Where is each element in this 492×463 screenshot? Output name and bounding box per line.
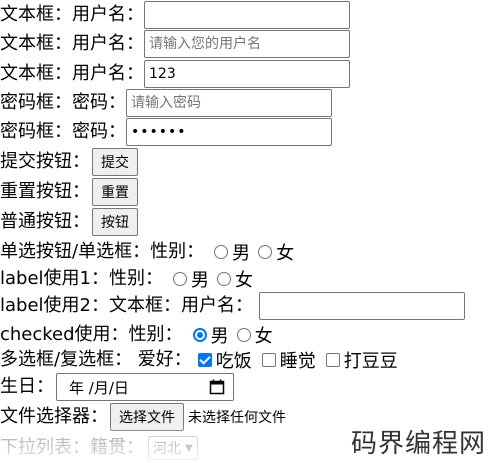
row-password-1: 密码框：密码： 请输入密码 bbox=[0, 88, 332, 118]
row-username-2: 文本框：用户名： 请输入您的用户名 bbox=[0, 29, 350, 59]
birthday-date-value: 年 /月/日 bbox=[69, 378, 129, 397]
file-status-text: 未选择任何文件 bbox=[188, 410, 286, 426]
row-username-1: 文本框：用户名： bbox=[0, 0, 350, 30]
row-radio-gender: 单选按钮/单选框：性别： 男 女 bbox=[0, 237, 298, 267]
watermark-logo: 码界编程网 bbox=[350, 429, 486, 459]
radio-female[interactable] bbox=[258, 245, 273, 259]
row-reset: 重置按钮： 重置 bbox=[0, 177, 138, 207]
reset-button[interactable]: 重置 bbox=[92, 178, 138, 206]
username-label-3: 文本框：用户名： bbox=[0, 63, 144, 84]
submit-button[interactable]: 提交 bbox=[92, 148, 138, 176]
row-label-usage-1: label使用1：性别： 男 女 bbox=[0, 264, 257, 294]
hobby-sleep-checkbox[interactable] bbox=[261, 353, 276, 367]
radio-male-label: 男 bbox=[232, 243, 251, 264]
password-label-2: 密码框：密码： bbox=[0, 121, 126, 142]
normal-button[interactable]: 按钮 bbox=[92, 208, 138, 236]
radio-gender-label: 单选按钮/单选框：性别： bbox=[0, 241, 205, 262]
hobby-label: 多选框/复选框： 爱好： bbox=[0, 349, 192, 370]
row-password-2: 密码框：密码： •••••• bbox=[0, 117, 332, 147]
label1-radio-male[interactable] bbox=[172, 272, 187, 286]
row-label-usage-2: label使用2：文本框：用户名： bbox=[0, 291, 465, 321]
radio-male[interactable] bbox=[214, 245, 229, 259]
hometown-label: 下拉列表：籍贯： bbox=[0, 437, 144, 458]
radio-female-label: 女 bbox=[276, 243, 295, 264]
username-input-1[interactable] bbox=[144, 1, 350, 29]
label1-female-label[interactable]: 女 bbox=[235, 266, 253, 292]
normal-button-label: 普通按钮： bbox=[0, 211, 90, 232]
row-hobby-checkbox: 多选框/复选框： 爱好： 吃饭 睡觉 打豆豆 bbox=[0, 345, 402, 375]
reset-label: 重置按钮： bbox=[0, 181, 90, 202]
birthday-label: 生日： bbox=[0, 376, 54, 397]
hobby-eat-checkbox[interactable] bbox=[197, 353, 212, 367]
row-submit: 提交按钮： 提交 bbox=[0, 147, 138, 177]
hobby-eat-label: 吃饭 bbox=[215, 351, 252, 372]
hobby-doudou-checkbox[interactable] bbox=[325, 353, 340, 367]
password-input-2[interactable]: •••••• bbox=[126, 118, 332, 146]
calendar-icon[interactable] bbox=[209, 379, 225, 395]
hometown-select[interactable]: 河北 ▼ bbox=[148, 436, 198, 460]
hometown-selected-value: 河北 bbox=[153, 441, 181, 457]
hobby-doudou-label: 打豆豆 bbox=[343, 351, 398, 372]
label1-male-label[interactable]: 男 bbox=[191, 266, 209, 292]
username-input-2[interactable]: 请输入您的用户名 bbox=[144, 30, 350, 58]
label-usage-1-label: label使用1：性别： bbox=[0, 268, 163, 289]
chevron-down-icon: ▼ bbox=[185, 442, 193, 454]
username-label-1: 文本框：用户名： bbox=[0, 4, 144, 25]
row-normal-button: 普通按钮： 按钮 bbox=[0, 207, 138, 237]
row-username-3: 文本框：用户名： 123 bbox=[0, 59, 350, 89]
checked-usage-label: checked使用：性别： bbox=[0, 324, 183, 345]
label2-username-input[interactable] bbox=[258, 292, 465, 320]
username-input-3[interactable]: 123 bbox=[144, 60, 350, 88]
label1-radio-female[interactable] bbox=[216, 272, 231, 286]
password-label-1: 密码框：密码： bbox=[0, 92, 126, 113]
row-birthday: 生日： 年 /月/日 bbox=[0, 372, 234, 402]
row-file-chooser: 文件选择器： 选择文件 未选择任何文件 bbox=[0, 402, 286, 432]
file-chooser-label: 文件选择器： bbox=[0, 406, 108, 427]
hobby-sleep-label: 睡觉 bbox=[279, 351, 316, 372]
password-input-1[interactable]: 请输入密码 bbox=[126, 89, 332, 117]
choose-file-button[interactable]: 选择文件 bbox=[110, 403, 184, 431]
username-label-2: 文本框：用户名： bbox=[0, 33, 144, 54]
row-hometown-select: 下拉列表：籍贯： 河北 ▼ bbox=[0, 433, 198, 463]
checked-radio-female[interactable] bbox=[236, 328, 251, 342]
label-usage-2-label[interactable]: label使用2：文本框：用户名： bbox=[0, 295, 253, 317]
birthday-date-input[interactable]: 年 /月/日 bbox=[56, 373, 234, 401]
submit-label: 提交按钮： bbox=[0, 151, 90, 172]
checked-radio-male[interactable] bbox=[192, 328, 207, 342]
